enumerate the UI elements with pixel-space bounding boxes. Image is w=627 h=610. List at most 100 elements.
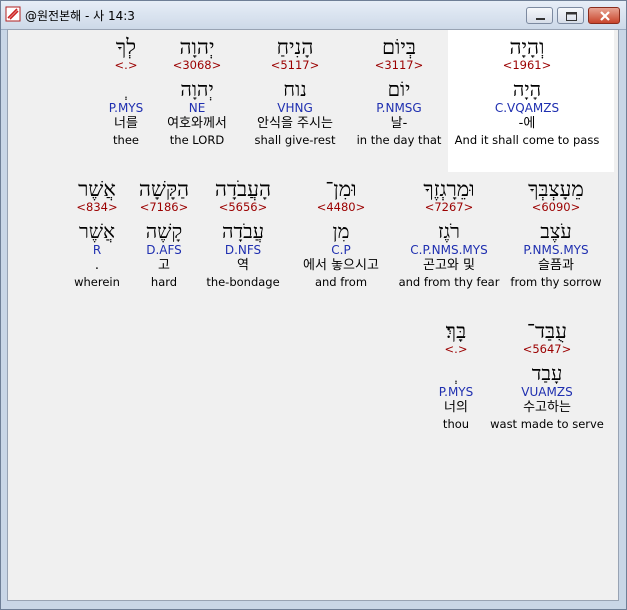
word-cell[interactable]: הַקָּשָׁה <7186> קָשֶׁה D.AFS 고 hard [139,178,189,290]
word-cell[interactable]: לְךָ <.> ְ P.MYS 너를 thee [109,36,143,148]
morphology-code: D.AFS [146,243,182,257]
korean-gloss: 너의 [444,400,468,415]
strong-number[interactable]: <5117> [255,58,336,72]
morphology-code: P.MYS [108,101,144,115]
english-gloss: hard [150,275,178,289]
hebrew-word: הָנִיחַ [276,35,314,59]
morphology-code: R [92,243,102,257]
morphology-code: VHNG [277,101,313,115]
hebrew-lemma: קָשֶׁה [145,219,183,243]
english-gloss: the LORD [169,133,225,147]
morphology-code: P.MYS [438,385,474,399]
hebrew-word: וּמֵרָגְזֶךָ [423,177,475,201]
strong-number[interactable]: <3117> [357,58,442,72]
english-gloss: the-bondage [206,275,280,289]
strong-number[interactable]: <5656> [206,200,279,214]
korean-gloss: . [94,258,100,273]
strong-number[interactable]: <.> [109,58,143,72]
hebrew-word: לְךָ [115,35,137,59]
hebrew-word: מֵעָצְבְּךָ [528,177,584,201]
word-cell[interactable]: וְהָיָה <1961> הָיָה C.VQAMZS -에 And it … [455,36,600,148]
english-gloss: And it shall come to pass [454,133,600,147]
korean-gloss: 역 [237,258,249,273]
strong-number[interactable]: <6090> [510,200,601,214]
hebrew-lemma: רֹגֶז [437,219,460,243]
morphology-code: D.NFS [224,243,262,257]
english-gloss: and from thy fear [398,275,500,289]
hebrew-word: הָעֲבֹדָה [214,177,272,201]
hebrew-lemma: עֹצֶב [540,219,572,243]
hebrew-word: עֻבַּד־ [526,319,568,343]
korean-gloss: -에 [518,116,536,131]
korean-gloss: 고 [158,258,170,273]
strong-number[interactable]: <3068> [167,58,227,72]
interlinear-panel: וְהָיָה <1961> הָיָה C.VQAMZS -에 And it … [7,29,619,601]
hebrew-lemma: נוח [283,77,307,101]
minimize-button[interactable] [526,7,553,24]
maximize-button[interactable] [557,7,584,24]
hebrew-word: אֲשֶׁר [78,177,116,201]
word-cell[interactable]: עֻבַּד־ <5647> עָבַד VUAMZS 수고하는 wast ma… [490,320,604,432]
word-cell[interactable]: מֵעָצְבְּךָ <6090> עֹצֶב P.NMS.MYS 슬픔과 f… [510,178,601,290]
strong-number[interactable]: <5647> [490,342,604,356]
english-gloss: wast made to serve [490,417,604,431]
morphology-code: NE [188,101,206,115]
word-cell[interactable]: יְהוָה <3068> יְהוָה NE 여호와께서 the LORD [167,36,227,148]
word-cell[interactable]: בָּךְ׃ <.> ְ P.MYS 너의 thou [439,320,473,432]
korean-gloss: 수고하는 [523,400,571,415]
hebrew-word: וּמִן־ [325,177,357,201]
korean-gloss: 날- [390,116,408,131]
korean-gloss: 안식을 주시는 [257,116,333,131]
close-icon [600,11,610,21]
hebrew-lemma: ְ [109,78,143,100]
strong-number[interactable]: <.> [439,342,473,356]
hebrew-word: בְּיוֹם [381,35,417,59]
hebrew-lemma: אֲשֶׁר [79,219,115,243]
english-gloss: wherein [74,275,120,289]
word-cell[interactable]: הָעֲבֹדָה <5656> עֲבֹדָה D.NFS 역 the-bon… [206,178,279,290]
hebrew-word: הַקָּשָׁה [138,177,190,201]
korean-gloss: 슬픔과 [538,258,574,273]
hebrew-lemma: מִן [332,219,350,243]
morphology-code: C.VQAMZS [494,101,560,115]
hebrew-lemma: יְהוָה [180,77,214,101]
strong-number[interactable]: <1961> [455,58,600,72]
english-gloss: thee [113,133,139,147]
strong-number[interactable]: <834> [74,200,120,214]
hebrew-word: בָּךְ׃ [445,319,467,343]
strong-number[interactable]: <7267> [399,200,500,214]
english-gloss: thou [442,417,470,431]
hebrew-lemma: עֲבֹדָה [221,219,265,243]
english-gloss: and from [314,275,368,289]
word-cell[interactable]: אֲשֶׁר <834> אֲשֶׁר R . wherein [74,178,120,290]
hebrew-lemma: ְ [439,362,473,384]
strong-number[interactable]: <4480> [303,200,379,214]
morphology-code: P.NMS.MYS [523,243,589,257]
korean-gloss: 너를 [114,116,138,131]
close-button[interactable] [588,7,620,24]
english-gloss: shall give-rest [254,133,336,147]
korean-gloss: 여호와께서 [167,116,227,131]
hebrew-lemma: עָבַד [531,361,563,385]
word-cell[interactable]: הָנִיחַ <5117> נוח VHNG 안식을 주시는 shall gi… [255,36,336,148]
word-cell[interactable]: וּמִן־ <4480> מִן C.P 에서 놓으시고 and from [303,178,379,290]
app-window: @원전본해 - 사 14:3 וְהָיָה <1961> הָיָה C.VQ… [0,0,627,610]
morphology-code: VUAMZS [521,385,573,399]
english-gloss: from thy sorrow [510,275,602,289]
word-cell[interactable]: וּמֵרָגְזֶךָ <7267> רֹגֶז C.P.NMS.MYS 곤고… [399,178,500,290]
korean-gloss: 에서 놓으시고 [303,258,379,273]
word-cell[interactable]: בְּיוֹם <3117> יוֹם P.NMSG 날- in the day… [357,36,442,148]
morphology-code: P.NMSG [376,101,422,115]
app-logo-icon [5,6,21,22]
title-bar[interactable]: @원전본해 - 사 14:3 [1,1,626,30]
morphology-code: C.P [331,243,351,257]
english-gloss: in the day that [356,133,442,147]
korean-gloss: 곤고와 및 [423,258,475,273]
hebrew-lemma: הָיָה [512,77,542,101]
hebrew-word: וְהָיָה [509,35,545,59]
morphology-code: C.P.NMS.MYS [410,243,488,257]
minimize-icon [536,18,545,20]
strong-number[interactable]: <7186> [139,200,189,214]
hebrew-word: יְהוָה [179,35,215,59]
maximize-icon [566,12,577,21]
